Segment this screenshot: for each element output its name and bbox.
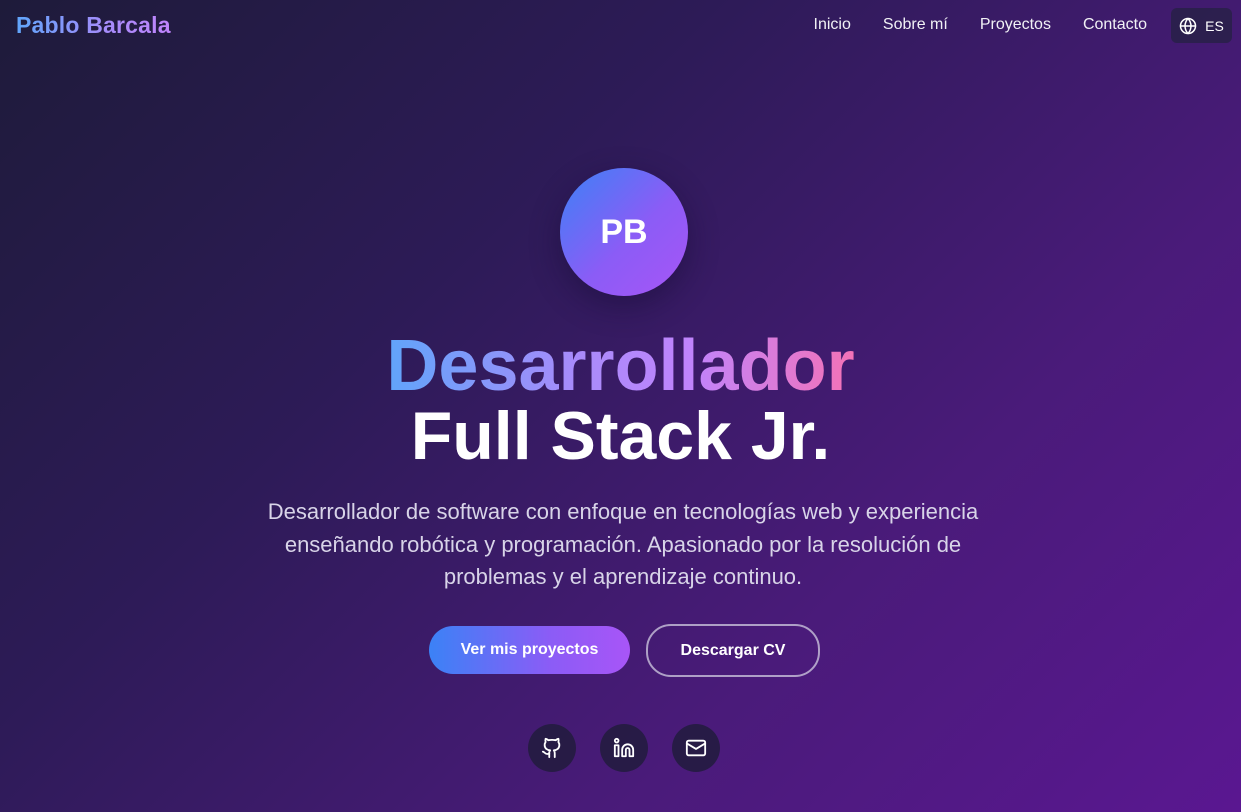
language-switcher-button[interactable]: ES — [1171, 8, 1232, 43]
download-cv-button[interactable]: Descargar CV — [646, 624, 820, 677]
globe-icon — [1179, 17, 1197, 35]
avatar-initials: PB — [600, 212, 648, 251]
view-projects-button[interactable]: Ver mis proyectos — [429, 626, 630, 674]
hero-title-line2: Full Stack Jr. — [410, 398, 831, 474]
top-navbar: Pablo Barcala Inicio Sobre mí Proyectos … — [0, 0, 1241, 52]
social-links — [528, 724, 720, 772]
github-link[interactable] — [528, 724, 576, 772]
hero-description: Desarrollador de software con enfoque en… — [267, 499, 979, 589]
linkedin-link[interactable] — [600, 724, 648, 772]
nav-link-proyectos[interactable]: Proyectos — [980, 16, 1051, 34]
hero-title-gradient-text: Desarrollador — [386, 326, 855, 406]
github-icon — [541, 737, 563, 759]
nav-link-inicio[interactable]: Inicio — [814, 16, 851, 34]
nav-link-sobre-mi[interactable]: Sobre mí — [883, 16, 948, 34]
nav-links: Inicio Sobre mí Proyectos Contacto — [814, 16, 1147, 34]
hero-title-line1: Desarrollador — [0, 328, 1241, 404]
avatar: PB — [560, 168, 688, 296]
email-link[interactable] — [672, 724, 720, 772]
language-label: ES — [1205, 17, 1224, 34]
mail-icon — [685, 737, 707, 759]
linkedin-icon — [613, 737, 635, 759]
brand-logo[interactable]: Pablo Barcala — [16, 12, 171, 39]
nav-link-contacto[interactable]: Contacto — [1083, 16, 1147, 34]
